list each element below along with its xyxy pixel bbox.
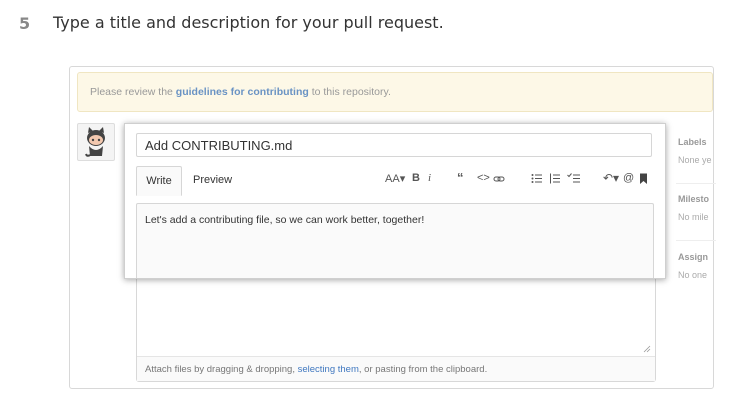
milestone-heading: Milesto [678, 194, 710, 204]
sidebar-labels[interactable]: Labels None ye [678, 137, 718, 165]
assignees-value: No one [678, 270, 708, 280]
unordered-list-icon[interactable] [531, 173, 543, 184]
step-text: Type a title and description for your pu… [53, 13, 444, 32]
reply-icon[interactable]: ↶▾ [603, 171, 619, 185]
italic-icon[interactable]: i [428, 172, 431, 184]
contributing-guidelines-link[interactable]: guidelines for contributing [176, 86, 309, 98]
resize-grip-icon[interactable] [643, 345, 651, 353]
milestone-value: No mile [678, 212, 709, 222]
sidebar-divider [676, 183, 716, 184]
octocat-icon [85, 127, 105, 157]
bookmark-icon[interactable] [639, 173, 648, 185]
sidebar-assignees[interactable]: Assign No one [678, 252, 718, 280]
attach-files-bar[interactable]: Attach files by dragging & dropping, sel… [137, 356, 655, 381]
step-number: 5 [19, 14, 31, 33]
attach-files-text: Attach files by dragging & dropping, sel… [145, 364, 488, 375]
contributing-notice: Please review the guidelines for contrib… [77, 72, 713, 112]
step-instruction: 5 Type a title and description for your … [0, 0, 741, 50]
assignees-heading: Assign [678, 252, 709, 262]
pr-description-text: Let's add a contributing file, so we can… [145, 214, 425, 226]
highlighted-form: Write Preview AA▾ B i “ <> ↶▾ @ [124, 123, 666, 279]
contributing-notice-text: Please review the guidelines for contrib… [90, 86, 391, 98]
mention-icon[interactable]: @ [623, 172, 634, 184]
ordered-list-icon[interactable] [549, 173, 561, 184]
pr-title-input[interactable] [136, 133, 652, 157]
pr-description-textarea[interactable]: Let's add a contributing file, so we can… [136, 203, 654, 278]
tab-preview[interactable]: Preview [193, 166, 232, 194]
labels-value: None ye [678, 155, 712, 165]
bold-icon[interactable]: B [412, 172, 420, 184]
quote-icon[interactable]: “ [457, 170, 464, 185]
labels-heading: Labels [678, 137, 707, 147]
select-files-link[interactable]: selecting them [298, 364, 359, 375]
tab-write[interactable]: Write [136, 166, 182, 196]
sidebar-divider [676, 240, 716, 241]
avatar [77, 123, 115, 161]
task-list-icon[interactable] [567, 173, 581, 184]
link-icon[interactable] [493, 174, 505, 184]
code-icon[interactable]: <> [477, 172, 490, 184]
sidebar-milestone[interactable]: Milesto No mile [678, 194, 718, 222]
text-size-icon[interactable]: AA▾ [385, 172, 405, 185]
